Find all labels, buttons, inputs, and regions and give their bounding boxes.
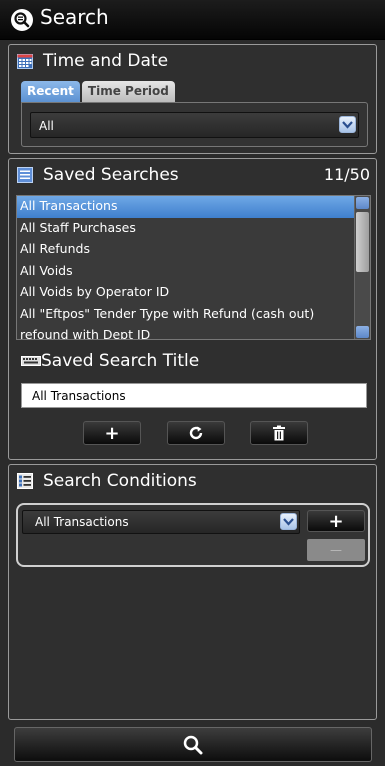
list-item[interactable]: All Transactions: [17, 196, 355, 218]
delete-search-button[interactable]: [250, 421, 308, 445]
remove-condition-label: —: [330, 543, 342, 557]
remove-condition-button[interactable]: —: [307, 539, 365, 561]
saved-search-title-label: Saved Search Title: [41, 351, 200, 371]
list-item[interactable]: All Voids by Operator ID: [17, 282, 355, 304]
tab-recent[interactable]: Recent: [21, 81, 80, 102]
scroll-up-icon[interactable]: [356, 197, 369, 209]
time-date-title: Time and Date: [43, 51, 169, 71]
list-item[interactable]: refound with Dept ID: [17, 325, 355, 339]
list-scrollbar[interactable]: [354, 196, 370, 339]
saved-searches-heading: Saved Searches: [17, 165, 179, 185]
condition-value: All Transactions: [35, 515, 129, 529]
search-conditions-heading: Search Conditions: [17, 471, 197, 491]
list-item[interactable]: All Voids: [17, 261, 355, 283]
conditions-list-icon: [17, 473, 33, 489]
time-date-heading: Time and Date: [17, 51, 168, 71]
chevron-down-icon[interactable]: [339, 116, 356, 133]
list-item[interactable]: All "Eftpos" Tender Type with Refund (ca…: [17, 304, 355, 326]
list-icon: [17, 167, 33, 183]
search-conditions-title: Search Conditions: [43, 471, 197, 491]
saved-searches-panel: Saved Searches 11/50 All Transactions Al…: [8, 158, 377, 460]
saved-searches-list[interactable]: All Transactions All Staff Purchases All…: [16, 195, 371, 340]
page-title: Search: [40, 5, 109, 29]
chevron-down-icon[interactable]: [280, 513, 297, 530]
condition-select[interactable]: All Transactions: [22, 510, 300, 534]
list-item[interactable]: All Refunds: [17, 239, 355, 261]
saved-searches-count: 11/50: [323, 165, 370, 184]
keyboard-icon: [21, 356, 41, 366]
saved-search-title-input[interactable]: All Transactions: [21, 383, 367, 408]
recent-range-value: All: [39, 119, 54, 133]
add-condition-button[interactable]: +: [307, 510, 365, 532]
scroll-down-icon[interactable]: [356, 326, 369, 338]
trash-icon: [273, 425, 285, 441]
time-date-tabs: Recent Time Period: [21, 81, 175, 102]
search-logo-icon: [11, 9, 33, 31]
run-search-button[interactable]: [14, 727, 372, 762]
add-search-label: +: [104, 422, 120, 444]
recent-range-select[interactable]: All: [30, 112, 359, 138]
refresh-icon: [189, 426, 203, 440]
saved-searches-title: Saved Searches: [43, 165, 179, 185]
calendar-icon: [17, 54, 33, 69]
recent-tab-content: All: [21, 102, 368, 147]
saved-search-title-heading: Saved Search Title: [21, 351, 199, 371]
add-condition-label: +: [328, 510, 344, 532]
scrollbar-thumb[interactable]: [356, 212, 369, 272]
add-search-button[interactable]: +: [83, 421, 141, 445]
search-conditions-panel: Search Conditions All Transactions + —: [8, 464, 377, 720]
list-item[interactable]: All Staff Purchases: [17, 218, 355, 240]
app-header: Search: [0, 0, 385, 40]
tab-time-period[interactable]: Time Period: [81, 81, 175, 102]
refresh-search-button[interactable]: [167, 421, 225, 445]
condition-row: All Transactions + —: [16, 503, 370, 567]
magnifier-icon: [183, 735, 203, 754]
time-date-panel: Time and Date Recent Time Period All: [8, 44, 377, 154]
